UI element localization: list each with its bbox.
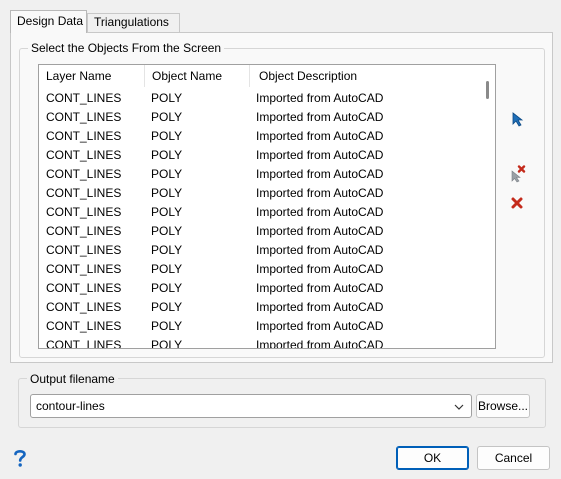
object-description-cell: Imported from AutoCAD xyxy=(256,129,384,143)
object-description-cell: Imported from AutoCAD xyxy=(256,338,384,349)
layer-name-cell: CONT_LINES xyxy=(46,167,122,181)
list-item[interactable]: CONT_LINES POLY Imported from AutoCAD xyxy=(39,298,479,317)
object-name-cell: POLY xyxy=(151,110,183,124)
layer-name-cell: CONT_LINES xyxy=(46,129,122,143)
help-question-icon[interactable] xyxy=(12,448,28,468)
object-name-cell: POLY xyxy=(151,186,183,200)
layer-name-cell: CONT_LINES xyxy=(46,262,122,276)
layer-name-cell: CONT_LINES xyxy=(46,319,122,333)
list-item[interactable]: CONT_LINES POLY Imported from AutoCAD xyxy=(39,108,479,127)
list-item[interactable]: CONT_LINES POLY Imported from AutoCAD xyxy=(39,203,479,222)
list-item[interactable]: CONT_LINES POLY Imported from AutoCAD xyxy=(39,222,479,241)
layer-name-cell: CONT_LINES xyxy=(46,205,122,219)
list-item[interactable]: CONT_LINES POLY Imported from AutoCAD xyxy=(39,241,479,260)
object-description-cell: Imported from AutoCAD xyxy=(256,281,384,295)
objects-group-title: Select the Objects From the Screen xyxy=(28,41,225,55)
object-name-cell: POLY xyxy=(151,281,183,295)
list-item[interactable]: CONT_LINES POLY Imported from AutoCAD xyxy=(39,336,479,349)
layer-name-cell: CONT_LINES xyxy=(46,91,122,105)
object-name-cell: POLY xyxy=(151,205,183,219)
object-name-cell: POLY xyxy=(151,262,183,276)
list-item[interactable]: CONT_LINES POLY Imported from AutoCAD xyxy=(39,127,479,146)
list-item[interactable]: CONT_LINES POLY Imported from AutoCAD xyxy=(39,260,479,279)
layer-name-cell: CONT_LINES xyxy=(46,148,122,162)
object-name-cell: POLY xyxy=(151,129,183,143)
list-item[interactable]: CONT_LINES POLY Imported from AutoCAD xyxy=(39,89,479,108)
object-name-cell: POLY xyxy=(151,338,183,349)
object-description-cell: Imported from AutoCAD xyxy=(256,224,384,238)
list-item[interactable]: CONT_LINES POLY Imported from AutoCAD xyxy=(39,279,479,298)
object-name-cell: POLY xyxy=(151,91,183,105)
column-header-object-name[interactable]: Object Name xyxy=(145,65,250,87)
object-description-cell: Imported from AutoCAD xyxy=(256,205,384,219)
pick-arrow-icon[interactable] xyxy=(509,110,527,128)
list-item[interactable]: CONT_LINES POLY Imported from AutoCAD xyxy=(39,317,479,336)
objects-group: Select the Objects From the Screen Layer… xyxy=(19,41,545,358)
output-group: Output filename contour-lines Browse... xyxy=(18,372,546,428)
layer-name-cell: CONT_LINES xyxy=(46,300,122,314)
object-description-cell: Imported from AutoCAD xyxy=(256,262,384,276)
object-name-cell: POLY xyxy=(151,167,183,181)
object-description-cell: Imported from AutoCAD xyxy=(256,91,384,105)
object-description-cell: Imported from AutoCAD xyxy=(256,167,384,181)
output-filename-value: contour-lines xyxy=(36,399,105,413)
list-item[interactable]: CONT_LINES POLY Imported from AutoCAD xyxy=(39,165,479,184)
object-description-cell: Imported from AutoCAD xyxy=(256,300,384,314)
ok-button[interactable]: OK xyxy=(396,446,469,470)
object-name-cell: POLY xyxy=(151,319,183,333)
objects-list[interactable]: Layer Name Object Name Object Descriptio… xyxy=(38,64,496,349)
layer-name-cell: CONT_LINES xyxy=(46,243,122,257)
output-filename-combo[interactable]: contour-lines xyxy=(30,394,472,418)
column-header-layer-name[interactable]: Layer Name xyxy=(39,65,145,87)
object-name-cell: POLY xyxy=(151,243,183,257)
list-item[interactable]: CONT_LINES POLY Imported from AutoCAD xyxy=(39,184,479,203)
layer-name-cell: CONT_LINES xyxy=(46,338,122,349)
layer-name-cell: CONT_LINES xyxy=(46,110,122,124)
column-header-object-description[interactable]: Object Description xyxy=(250,65,479,87)
object-name-cell: POLY xyxy=(151,224,183,238)
object-name-cell: POLY xyxy=(151,300,183,314)
design-data-panel: Select the Objects From the Screen Layer… xyxy=(10,32,553,363)
unpick-arrow-icon[interactable] xyxy=(509,165,527,183)
layer-name-cell: CONT_LINES xyxy=(46,186,122,200)
layer-name-cell: CONT_LINES xyxy=(46,281,122,295)
list-item[interactable]: CONT_LINES POLY Imported from AutoCAD xyxy=(39,146,479,165)
layer-name-cell: CONT_LINES xyxy=(46,224,122,238)
list-header: Layer Name Object Name Object Descriptio… xyxy=(39,65,479,87)
tab-triangulations[interactable]: Triangulations xyxy=(87,13,180,32)
output-group-title: Output filename xyxy=(27,372,118,386)
object-description-cell: Imported from AutoCAD xyxy=(256,186,384,200)
cancel-button[interactable]: Cancel xyxy=(477,446,550,470)
browse-button[interactable]: Browse... xyxy=(476,394,530,418)
object-description-cell: Imported from AutoCAD xyxy=(256,243,384,257)
object-description-cell: Imported from AutoCAD xyxy=(256,319,384,333)
list-body: CONT_LINES POLY Imported from AutoCAD CONT_… xyxy=(39,89,479,349)
tab-design-data[interactable]: Design Data xyxy=(10,10,87,33)
object-description-cell: Imported from AutoCAD xyxy=(256,110,384,124)
chevron-down-icon[interactable] xyxy=(453,401,465,411)
delete-icon[interactable] xyxy=(509,195,527,213)
list-scrollbar[interactable] xyxy=(479,65,495,348)
scrollbar-thumb[interactable] xyxy=(486,81,489,99)
object-name-cell: POLY xyxy=(151,148,183,162)
object-description-cell: Imported from AutoCAD xyxy=(256,148,384,162)
